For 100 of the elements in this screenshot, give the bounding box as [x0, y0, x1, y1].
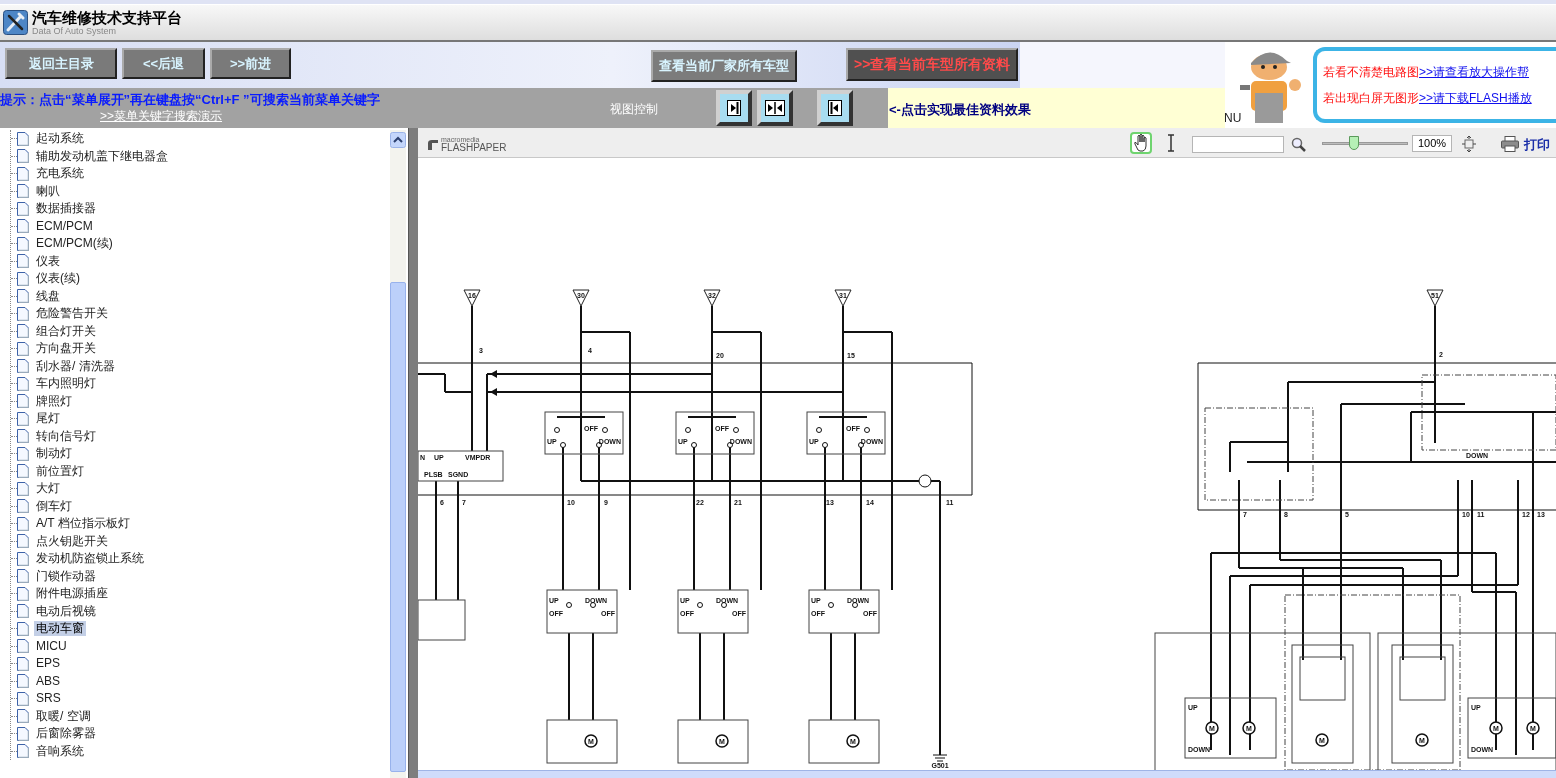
hand-icon: [1132, 133, 1150, 153]
menu-item[interactable]: 门锁作动器: [34, 568, 98, 584]
page-icon: [17, 131, 29, 146]
wrench-screwdriver-icon: [3, 10, 28, 35]
nav-button[interactable]: <<后退: [122, 48, 205, 79]
page-icon: [17, 464, 29, 479]
page-icon: [17, 534, 29, 549]
page-icon: [17, 376, 29, 391]
menu-item[interactable]: ABS: [34, 673, 62, 689]
page-icon: [17, 219, 29, 234]
view-toggle-button[interactable]: [757, 90, 793, 126]
hint-text: 提示：点击“菜单展开”再在键盘按“Ctrl+F ”可搜索当前菜单关键字: [0, 91, 380, 109]
page-icon: [17, 709, 29, 724]
page-icon: [17, 674, 29, 689]
page-icon: [17, 149, 29, 164]
menu-item[interactable]: 辅助发动机盖下继电器盒: [34, 148, 170, 164]
menu-item[interactable]: 后窗除雾器: [34, 726, 98, 742]
page-icon: [17, 271, 29, 286]
menu-item[interactable]: 制动灯: [34, 446, 74, 462]
menu-item[interactable]: 前位置灯: [34, 463, 86, 479]
menu-item[interactable]: 仪表(续): [34, 271, 82, 287]
help-text: 若看不清楚电路图: [1323, 66, 1419, 78]
menu-item[interactable]: 倒车灯: [34, 498, 74, 514]
zoom-field[interactable]: 100%: [1412, 135, 1452, 152]
search-field[interactable]: [1192, 136, 1284, 153]
scroll-thumb[interactable]: [390, 282, 406, 772]
page-icon: [17, 184, 29, 199]
brand-name: FLASHPAPER: [441, 143, 507, 153]
page-icon: [17, 604, 29, 619]
page-icon: [17, 236, 29, 251]
menu-item[interactable]: 音响系统: [34, 743, 86, 759]
page-icon: [17, 481, 29, 496]
page-icon: [17, 429, 29, 444]
page-icon: [17, 306, 29, 321]
page-icon: [17, 621, 29, 636]
menu-item[interactable]: ECM/PCM: [34, 218, 95, 234]
menu-item[interactable]: 转向信号灯: [34, 428, 98, 444]
menu-item[interactable]: 取暖/ 空调: [34, 708, 93, 724]
page-icon: [17, 289, 29, 304]
page-icon: [17, 201, 29, 216]
search-icon[interactable]: [1291, 137, 1306, 152]
page-icon: [17, 499, 29, 514]
truncated-text: NU: [1224, 112, 1242, 124]
menu-item[interactable]: 尾灯: [34, 411, 62, 427]
page-icon: [17, 341, 29, 356]
page-icon: [17, 726, 29, 741]
slider-thumb[interactable]: [1348, 136, 1359, 150]
menu-item[interactable]: 电动后视镜: [34, 603, 98, 619]
page-icon: [17, 324, 29, 339]
menu-item[interactable]: 组合灯开关: [34, 323, 98, 339]
menu-item[interactable]: 刮水器/ 清洗器: [34, 358, 117, 374]
page-icon: [17, 586, 29, 601]
menu-item[interactable]: MICU: [34, 638, 69, 654]
printer-icon[interactable]: [1501, 136, 1519, 152]
fit-page-icon[interactable]: [1462, 136, 1476, 152]
app-subtitle: Data Of Auto System: [32, 26, 118, 36]
arrows-inward-icon: [765, 100, 785, 116]
tool-button[interactable]: [1130, 132, 1152, 154]
menu-item[interactable]: 车内照明灯: [34, 376, 98, 392]
menu-item[interactable]: 发动机防盗锁止系统: [34, 551, 146, 567]
menu-item[interactable]: 附件电源插座: [34, 586, 110, 602]
help-text: 若出现白屏无图形: [1323, 92, 1419, 104]
menu-item[interactable]: SRS: [34, 691, 63, 707]
menu-item[interactable]: 点火钥匙开关: [34, 533, 110, 549]
menu-item[interactable]: 仪表: [34, 253, 62, 269]
page-icon: [17, 516, 29, 531]
view-toggle-button[interactable]: [817, 90, 853, 126]
menu-item[interactable]: A/T 档位指示板灯: [34, 516, 132, 532]
all-models-button[interactable]: 查看当前厂家所有车型: [651, 50, 797, 82]
page-icon: [17, 691, 29, 706]
menu-item[interactable]: 大灯: [34, 481, 62, 497]
arrow-right-icon: [727, 100, 741, 116]
menu-item[interactable]: 危险警告开关: [34, 306, 110, 322]
zoom-slider[interactable]: [1322, 136, 1408, 152]
view-toggle-button[interactable]: [716, 90, 752, 126]
menu-item[interactable]: 喇叭: [34, 183, 62, 199]
horizontal-scrollbar[interactable]: [418, 770, 1556, 778]
scrollbar[interactable]: [390, 130, 406, 778]
menu-item[interactable]: 数据插接器: [34, 201, 98, 217]
page-icon: [17, 551, 29, 566]
menu-item[interactable]: 方向盘开关: [34, 341, 98, 357]
nav-button[interactable]: >>前进: [210, 48, 291, 79]
page-icon: [17, 394, 29, 409]
menu-item[interactable]: 充电系统: [34, 166, 86, 182]
scroll-up-icon[interactable]: [390, 132, 406, 148]
arrow-left-icon: [828, 100, 842, 116]
menu-item[interactable]: 起动系统: [34, 131, 86, 147]
print-label[interactable]: 打印: [1524, 135, 1550, 155]
help-link[interactable]: >>请下载FLASH播放: [1419, 92, 1532, 104]
menu-item[interactable]: 牌照灯: [34, 393, 74, 409]
page-icon: [17, 254, 29, 269]
menu-item[interactable]: 线盘: [34, 288, 62, 304]
flashpaper-logo-icon: [427, 139, 439, 151]
menu-item[interactable]: 电动车窗: [34, 621, 86, 637]
nav-button[interactable]: 返回主目录: [5, 48, 117, 79]
app-title: 汽车维修技术支持平台: [32, 9, 182, 25]
help-link[interactable]: >>请查看放大操作帮: [1419, 66, 1529, 78]
menu-item[interactable]: ECM/PCM(续): [34, 236, 115, 252]
tip-text: <-点击实现最佳资料效果: [889, 101, 1031, 119]
menu-item[interactable]: EPS: [34, 656, 62, 672]
